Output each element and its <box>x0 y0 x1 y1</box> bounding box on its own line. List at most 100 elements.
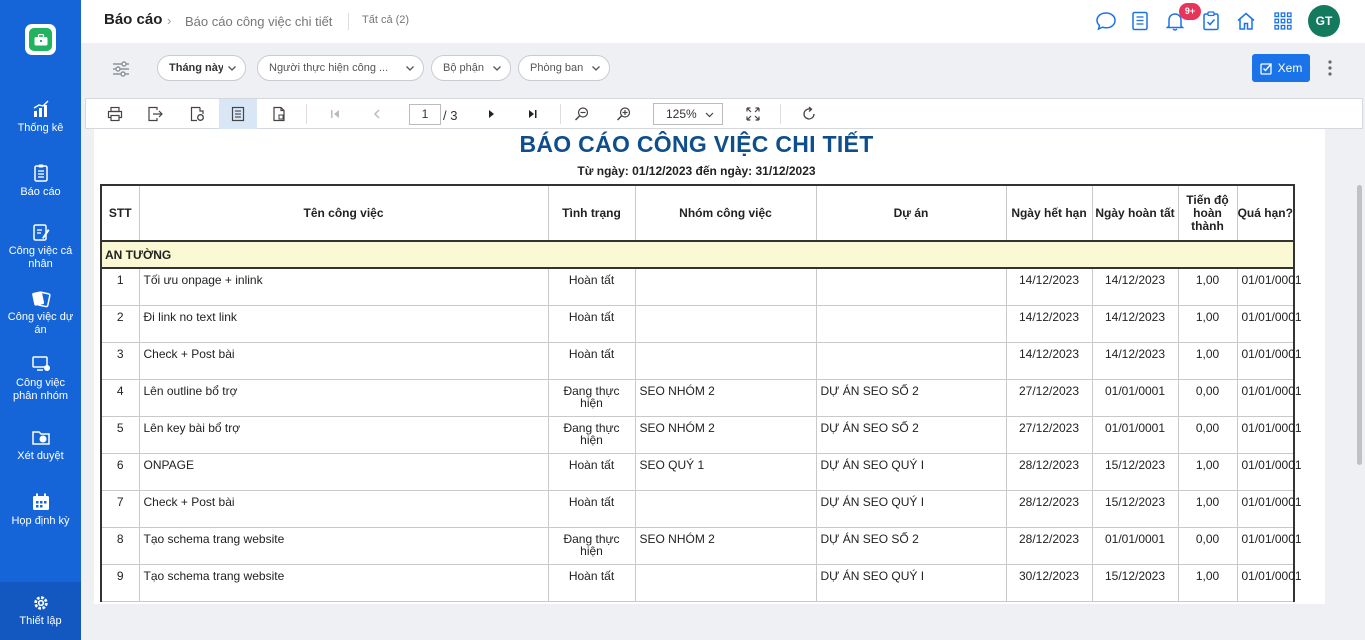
sidebar-item-reports[interactable]: Báo cáo <box>0 163 81 199</box>
cell-deadline: 27/12/2023 <box>1005 415 1093 454</box>
next-page-button[interactable] <box>472 99 510 129</box>
single-page-view-button[interactable] <box>219 99 257 129</box>
cell-completed-date: 14/12/2023 <box>1091 267 1179 306</box>
cell-project: DỰ ÁN SEO QUÝ I <box>815 563 1007 602</box>
department-filter-value: Phòng ban <box>530 62 584 74</box>
play-next-icon <box>489 110 494 118</box>
home-icon[interactable] <box>1235 10 1257 32</box>
breadcrumb-root[interactable]: Báo cáo <box>104 11 162 28</box>
document-area[interactable]: BÁO CÁO CÔNG VIỆC CHI TIẾT Từ ngày: 01/1… <box>85 129 1363 604</box>
cell-progress: 1,00 <box>1177 489 1238 528</box>
toolbar-divider <box>780 104 781 124</box>
chevron-down-icon <box>592 66 600 71</box>
record-count: Tất cả (2) <box>362 14 410 26</box>
multi-page-view-button[interactable] <box>260 99 298 129</box>
chevron-down-icon <box>493 66 501 71</box>
print-button[interactable] <box>96 99 134 129</box>
view-button[interactable]: Xem <box>1252 54 1310 82</box>
last-page-button[interactable] <box>514 99 552 129</box>
month-filter-value: Tháng này <box>169 62 223 74</box>
cell-task-group <box>634 304 817 343</box>
fullscreen-button[interactable] <box>734 99 772 129</box>
sidebar: Thống kê Báo cáo Công việc cá nhân Công … <box>0 0 81 640</box>
sidebar-item-label: Xét duyệt <box>17 450 64 462</box>
division-filter[interactable]: Bộ phận <box>431 55 511 81</box>
project-cards-icon <box>31 291 51 308</box>
assignee-filter[interactable]: Người thực hiện công ... <box>257 55 424 81</box>
cell-stt: 7 <box>100 489 140 528</box>
notes-list-icon[interactable] <box>1129 10 1151 32</box>
sidebar-item-approval[interactable]: Xét duyệt <box>0 427 81 463</box>
sidebar-item-project-tasks[interactable]: Công việc dự án <box>0 288 81 337</box>
sidebar-item-label: Thiết lập <box>19 615 62 627</box>
cell-progress: 1,00 <box>1177 563 1238 602</box>
column-header-project: Dự án <box>815 184 1007 242</box>
toolbar-divider <box>306 104 307 124</box>
cell-status: Hoàn tất <box>547 304 636 343</box>
column-header-progress: Tiến độ hoàn thành <box>1177 184 1238 242</box>
cell-deadline: 14/12/2023 <box>1005 341 1093 380</box>
avatar[interactable]: GT <box>1308 5 1340 37</box>
cell-status: Đang thực hiện <box>547 378 636 417</box>
table-row: 5 Lên key bài bổ trợ Đang thực hiện SEO NHÓ… <box>100 415 1302 454</box>
sidebar-item-meetings[interactable]: Họp định kỳ <box>0 492 81 528</box>
cell-deadline: 28/12/2023 <box>1005 452 1093 491</box>
last-page-icon <box>529 110 537 118</box>
export-button[interactable] <box>136 99 174 129</box>
cell-task-name: ONPAGE <box>138 452 549 491</box>
cell-task-group: SEO NHÓM 2 <box>634 415 817 454</box>
chat-icon[interactable] <box>1095 10 1117 32</box>
apps-grid-icon[interactable] <box>1272 10 1294 32</box>
cell-task-name: Tối ưu onpage + inlink <box>138 267 549 306</box>
cell-progress: 0,00 <box>1177 415 1238 454</box>
sidebar-item-group-tasks[interactable]: Công việc phân nhóm <box>0 354 81 403</box>
first-page-button[interactable] <box>316 99 354 129</box>
page-number-input[interactable]: 1 <box>409 104 441 125</box>
cell-status: Hoàn tất <box>547 267 636 306</box>
more-vertical-icon[interactable] <box>1324 58 1336 78</box>
zoom-out-button[interactable] <box>563 99 601 129</box>
cell-stt: 2 <box>100 304 140 343</box>
chevron-down-icon <box>406 66 414 71</box>
refresh-button[interactable] <box>790 99 828 129</box>
cell-deadline: 28/12/2023 <box>1005 526 1093 565</box>
vertical-scrollbar[interactable] <box>1357 185 1362 465</box>
cell-task-group: SEO QUÝ 1 <box>634 452 817 491</box>
export-icon <box>148 106 163 122</box>
approval-folder-icon <box>31 431 50 445</box>
cell-progress: 1,00 <box>1177 341 1238 380</box>
month-filter[interactable]: Tháng này <box>157 55 246 81</box>
cell-project: DỰ ÁN SEO SỐ 2 <box>815 526 1007 565</box>
cell-task-name: Đi link no text link <box>138 304 549 343</box>
page-setup-button[interactable] <box>178 99 216 129</box>
checkbox-edit-icon <box>1260 62 1272 75</box>
cell-deadline: 27/12/2023 <box>1005 378 1093 417</box>
zoom-select[interactable]: 125% <box>653 103 723 125</box>
cell-status: Đang thực hiện <box>547 415 636 454</box>
view-button-label: Xem <box>1277 61 1303 75</box>
column-header-group: Nhóm công việc <box>634 184 817 242</box>
previous-page-button[interactable] <box>358 99 396 129</box>
department-filter[interactable]: Phòng ban <box>518 55 610 81</box>
sidebar-item-personal-tasks[interactable]: Công việc cá nhân <box>0 222 81 271</box>
table-row: 4 Lên outline bổ trợ Đang thực hiện SEO NHÓ… <box>100 378 1302 417</box>
cell-task-group: SEO NHÓM 2 <box>634 526 817 565</box>
cell-deadline: 14/12/2023 <box>1005 267 1093 306</box>
column-header-completed: Ngày hoàn tất <box>1091 184 1179 242</box>
app-logo[interactable] <box>25 24 56 55</box>
top-header: Báo cáo › Báo cáo công việc chi tiết Tất… <box>81 0 1365 43</box>
cell-stt: 8 <box>100 526 140 565</box>
sidebar-item-statistics[interactable]: Thống kê <box>0 99 81 135</box>
cell-task-group: SEO NHÓM 2 <box>634 378 817 417</box>
clipboard-check-icon[interactable] <box>1200 10 1222 32</box>
sidebar-item-label: Công việc cá nhân <box>8 245 73 270</box>
cell-completed-date: 01/01/0001 <box>1091 378 1179 417</box>
cell-stt: 6 <box>100 452 140 491</box>
cell-task-group <box>634 341 817 380</box>
cell-status: Hoàn tất <box>547 489 636 528</box>
cell-project <box>815 341 1007 380</box>
cell-project: DỰ ÁN SEO QUÝ I <box>815 489 1007 528</box>
sliders-icon[interactable] <box>112 60 130 78</box>
sidebar-item-settings[interactable]: Thiết lập <box>0 582 81 640</box>
zoom-in-button[interactable] <box>605 99 643 129</box>
